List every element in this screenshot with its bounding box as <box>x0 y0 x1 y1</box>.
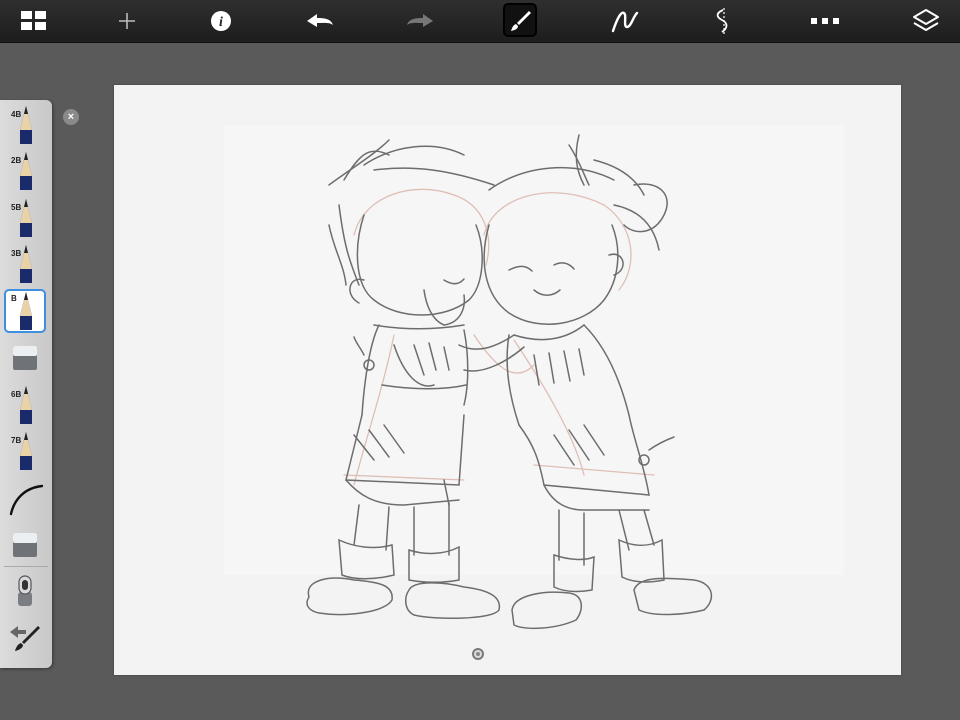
brush-3b[interactable]: 3B <box>4 243 46 285</box>
undo-arrow-icon[interactable] <box>298 0 342 42</box>
brush-5b[interactable]: 5B <box>4 197 46 239</box>
eraser-brush[interactable] <box>4 337 46 379</box>
more-menu-icon[interactable] <box>803 0 847 42</box>
panel-divider <box>4 566 48 567</box>
brush-6b[interactable]: 6B <box>4 384 46 426</box>
info-icon[interactable]: i <box>199 0 243 42</box>
top-toolbar: i <box>0 0 960 43</box>
brush-7b[interactable]: 7B <box>4 430 46 472</box>
gallery-grid-icon[interactable] <box>12 0 56 42</box>
layers-icon[interactable] <box>904 0 948 42</box>
pencil-icon <box>20 292 32 330</box>
pencil-icon <box>20 245 32 283</box>
smudge-tool-icon <box>18 575 32 606</box>
brush-panel: 4B 2B 5B 3B B 6B 7B <box>0 100 52 668</box>
pencil-icon <box>20 386 32 424</box>
brush-b-selected[interactable]: B <box>4 289 46 333</box>
pencil-icon <box>20 152 32 190</box>
symmetry-icon[interactable] <box>702 0 746 42</box>
sketch-drawing <box>224 125 844 630</box>
brush-icon[interactable] <box>499 0 543 42</box>
redo-arrow-icon[interactable] <box>398 0 442 42</box>
eraser-brush-2[interactable] <box>4 524 46 566</box>
brush-2b[interactable]: 2B <box>4 150 46 192</box>
canvas-pin-handle[interactable] <box>472 648 484 660</box>
eraser-block-icon <box>13 346 37 370</box>
drawing-canvas[interactable] <box>114 85 901 675</box>
smudge-tool[interactable] <box>4 570 46 612</box>
stroke-curve-icon[interactable] <box>603 0 647 42</box>
eraser-block-icon <box>13 533 37 557</box>
brush-4b[interactable]: 4B <box>4 104 46 146</box>
pencil-icon <box>20 199 32 237</box>
brush-label: B <box>11 294 17 303</box>
svg-text:i: i <box>219 15 223 30</box>
ink-stroke-icon <box>9 484 44 516</box>
close-panel-icon[interactable]: × <box>63 109 79 125</box>
brush-swap-icon <box>10 626 40 651</box>
pencil-icon <box>20 432 32 470</box>
new-sketch-plus-icon[interactable] <box>105 0 149 42</box>
pencil-icon <box>20 106 32 144</box>
brush-swap-tool[interactable] <box>4 616 46 658</box>
ink-brush[interactable] <box>4 478 46 520</box>
